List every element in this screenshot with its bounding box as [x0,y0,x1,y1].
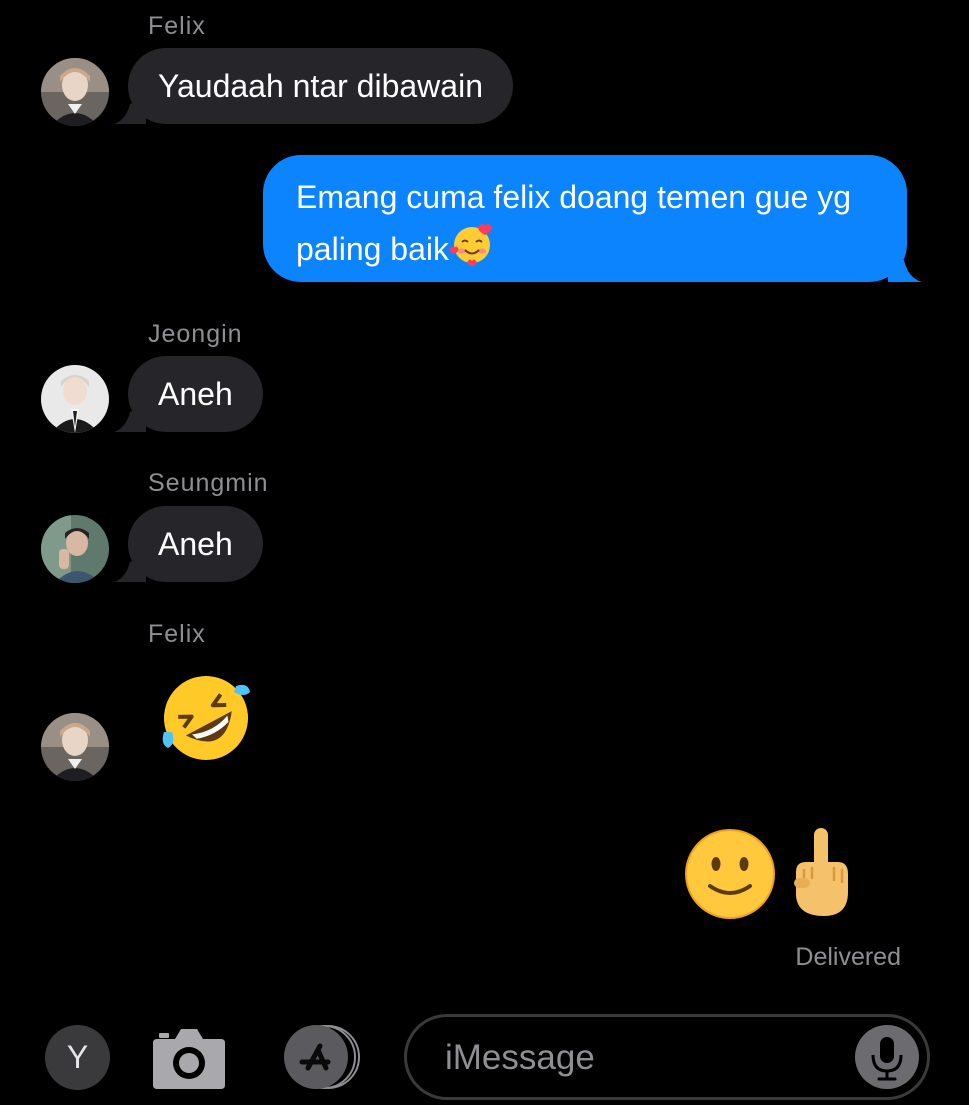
apps-button[interactable]: Y [45,1025,110,1090]
slightly-smiling-face-icon[interactable] [684,828,776,920]
avatar-jeongin[interactable] [41,365,109,433]
message-text: Yaudaah ntar dibawain [158,68,483,104]
message-bubble-incoming[interactable]: Aneh [114,506,263,582]
rolling-on-floor-laughing-icon[interactable] [158,670,254,766]
message-input[interactable]: iMessage [404,1014,930,1100]
avatar-felix[interactable] [41,58,109,126]
message-bubble-incoming[interactable]: Aneh [114,356,263,432]
sender-name-seungmin: Seungmin [148,469,269,497]
sender-name-jeongin: Jeongin [148,320,243,348]
message-bubble-outgoing[interactable]: Emang cuma felix doang temen gue yg pali… [263,155,922,282]
avatar-seungmin[interactable] [41,515,109,583]
delivered-status: Delivered [795,943,901,971]
message-bubble-incoming[interactable]: Yaudaah ntar dibawain [114,48,513,124]
avatar-felix-image [41,58,109,126]
message-text-line-2: paling baik [296,231,449,267]
avatar-seungmin-image [41,515,109,583]
microphone-icon [871,1037,903,1081]
smiling-face-with-hearts-icon [449,224,492,266]
app-store-icon[interactable] [274,1024,366,1090]
message-input-placeholder: iMessage [445,1038,595,1077]
avatar-jeongin-image [41,365,109,433]
camera-icon[interactable] [151,1025,227,1091]
sender-name-felix: Felix [148,12,206,40]
message-text: Aneh [158,526,233,562]
avatar-felix-image [41,713,109,781]
middle-finger-icon[interactable] [790,826,852,920]
sender-name-felix: Felix [148,620,206,648]
microphone-button[interactable] [855,1025,919,1089]
message-text-line-1: Emang cuma felix doang temen gue yg [296,179,851,215]
message-text: Aneh [158,376,233,412]
avatar-felix[interactable] [41,713,109,781]
